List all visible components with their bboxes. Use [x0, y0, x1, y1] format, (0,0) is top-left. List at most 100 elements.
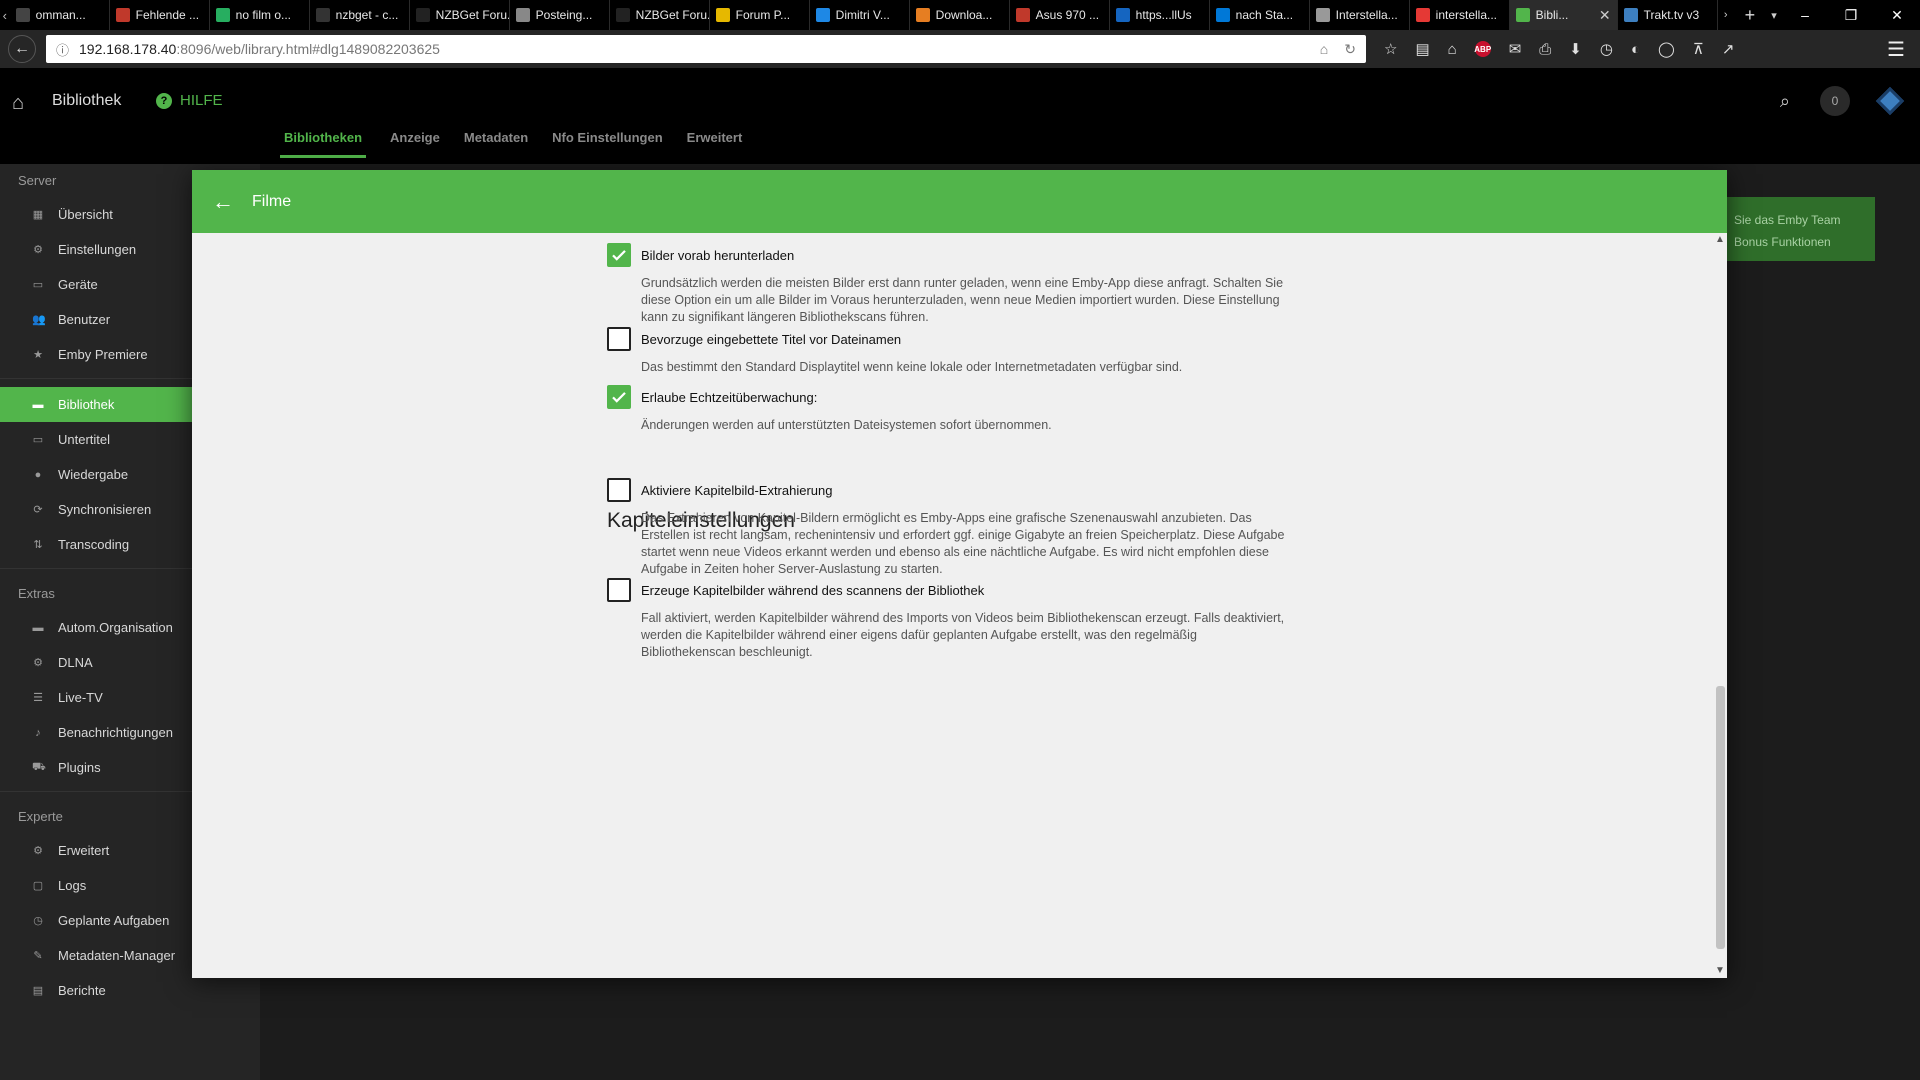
browser-tab[interactable]: no film o... — [210, 0, 310, 30]
tab-favicon-icon — [715, 8, 730, 22]
option-row: Bevorzuge eingebettete Titel vor Dateina… — [607, 327, 1307, 351]
minimize-icon[interactable]: – — [1782, 0, 1828, 30]
option-label[interactable]: Bevorzuge eingebettete Titel vor Dateina… — [641, 332, 901, 347]
reading-list-icon[interactable]: ▤ — [1415, 40, 1429, 58]
tab-favicon-icon — [115, 8, 130, 22]
chat-icon[interactable]: ◯ — [1658, 40, 1675, 58]
tab-favicon-icon — [1623, 8, 1638, 22]
back-button[interactable]: ← — [8, 35, 36, 63]
option-label[interactable]: Aktiviere Kapitelbild-Extrahierung — [641, 483, 832, 498]
option-checkbox[interactable] — [607, 243, 631, 267]
browser-tab[interactable]: NZBGet Foru... — [610, 0, 710, 30]
sidebar-item-label: Metadaten-Manager — [58, 948, 176, 963]
home-url-icon[interactable]: ⌂ — [1320, 41, 1328, 58]
gear-icon: ⚙ — [33, 244, 43, 256]
help-link[interactable]: ? HILFE — [156, 92, 223, 109]
browser-tab[interactable]: nach Sta... — [1210, 0, 1310, 30]
tab-0[interactable]: Bibliotheken — [280, 130, 367, 158]
notification-count-badge[interactable]: 0 — [1820, 86, 1850, 116]
tab-label: Interstella... — [1335, 8, 1398, 22]
option-checkbox[interactable] — [607, 327, 631, 351]
sidebar-item-label: Geplante Aufgaben — [58, 913, 170, 928]
option-row: Aktiviere Kapitelbild-Extrahierung — [607, 478, 1307, 502]
print-icon[interactable]: ⎙ — [1539, 41, 1551, 58]
sidebar-item[interactable]: ▤ Berichte — [0, 973, 260, 1008]
browser-tab[interactable]: Bibli... ✕ — [1509, 0, 1618, 30]
tv-icon: ☰ — [33, 692, 43, 704]
option-checkbox[interactable] — [607, 578, 631, 602]
tab-scroll-left-icon[interactable]: ‹ — [0, 0, 10, 30]
tab-close-icon[interactable]: ✕ — [1599, 7, 1611, 24]
back-arrow-icon[interactable]: ← — [212, 189, 234, 215]
device-icon: ▭ — [32, 279, 44, 291]
browser-tab[interactable]: Dimitri V... — [810, 0, 910, 30]
browser-tab[interactable]: Fehlende ... — [110, 0, 210, 30]
browser-tab[interactable]: Asus 970 ... — [1010, 0, 1110, 30]
search-icon[interactable]: ⌕ — [1780, 91, 1790, 112]
restore-icon[interactable]: ❐ — [1828, 0, 1874, 30]
folder-icon: ▬ — [32, 398, 44, 411]
tab-3[interactable]: Nfo Einstellungen — [552, 130, 663, 158]
browser-tab[interactable]: Interstella... — [1310, 0, 1410, 30]
promo-line-1: Sie das Emby Team — [1734, 213, 1841, 227]
sidebar-item-label: Erweitert — [58, 843, 110, 858]
tab-favicon-icon — [1115, 8, 1130, 22]
adblock-icon[interactable]: ABP — [1474, 41, 1491, 57]
url-host: 192.168.178.40 — [79, 41, 177, 57]
option-label[interactable]: Bilder vorab herunterladen — [641, 248, 794, 263]
extension-k-icon[interactable]: ⊼ — [1693, 40, 1704, 58]
browser-tab[interactable]: nzbget - c... — [310, 0, 410, 30]
tab-list-icon[interactable]: ▾ — [1766, 0, 1782, 30]
sidebar-item-label: Benachrichtigungen — [58, 725, 173, 740]
option-label[interactable]: Erlaube Echtzeitüberwachung: — [641, 390, 817, 405]
tab-label: interstella... — [1435, 8, 1498, 22]
url-bar[interactable]: ⓘ 192.168.178.40 :8096/web/library.html#… — [46, 35, 1366, 63]
mail-icon[interactable]: ✉ — [1509, 40, 1522, 58]
extension-arrow-icon[interactable]: ↗ — [1722, 40, 1735, 58]
browser-tab[interactable]: Trakt.tv v3 — [1618, 0, 1718, 30]
history-icon[interactable]: ◷ — [1600, 40, 1613, 58]
tab-favicon-icon — [1515, 8, 1530, 22]
extension-icon[interactable]: ◐ — [1631, 41, 1640, 58]
option-checkbox[interactable] — [607, 478, 631, 502]
browser-tab[interactable]: interstella... — [1410, 0, 1510, 30]
tab-scroll-right-icon[interactable]: › — [1718, 0, 1734, 30]
new-tab-button[interactable]: + — [1734, 0, 1766, 30]
emby-logo-icon[interactable] — [1875, 86, 1905, 116]
subtitles-icon: ▭ — [32, 434, 44, 446]
bell-icon: ♪ — [35, 726, 41, 739]
option-checkbox[interactable] — [607, 385, 631, 409]
star-icon: ★ — [33, 349, 43, 361]
option-description: Änderungen werden auf unterstützten Date… — [641, 418, 1052, 432]
app-home-icon[interactable]: ⌂ — [12, 92, 24, 115]
dialog-scrollbar[interactable]: ▲ ▼ — [1713, 233, 1727, 978]
browser-menu-icon[interactable]: ☰ — [1880, 37, 1912, 62]
tab-label: omman... — [35, 8, 86, 22]
sidebar-item-label: Bibliothek — [58, 397, 115, 412]
reload-icon[interactable]: ↻ — [1344, 41, 1356, 58]
site-info-icon[interactable]: ⓘ — [56, 40, 69, 59]
tab-favicon-icon — [215, 8, 230, 22]
browser-tab[interactable]: NZBGet Foru... — [410, 0, 510, 30]
home-icon[interactable]: ⌂ — [1448, 41, 1457, 58]
tab-4[interactable]: Erweitert — [687, 130, 743, 158]
option-description: Das bestimmt den Standard Displaytitel w… — [641, 360, 1183, 374]
scroll-down-icon[interactable]: ▼ — [1713, 964, 1727, 978]
browser-tab[interactable]: Downloa... — [910, 0, 1010, 30]
tab-1[interactable]: Anzeige — [390, 130, 440, 158]
option-label[interactable]: Erzeuge Kapitelbilder während des scanne… — [641, 583, 984, 598]
tab-2[interactable]: Metadaten — [464, 130, 528, 158]
browser-tab[interactable]: Posteing... — [510, 0, 610, 30]
download-icon[interactable]: ⬇ — [1569, 40, 1582, 58]
close-window-icon[interactable]: ✕ — [1874, 0, 1920, 30]
scroll-up-icon[interactable]: ▲ — [1713, 233, 1727, 247]
tab-label: NZBGet Foru... — [435, 8, 510, 22]
sidebar-item-label: Logs — [58, 878, 87, 893]
browser-tab[interactable]: https...llUs — [1110, 0, 1210, 30]
dialog-header: ← Filme — [192, 170, 1727, 233]
bookmark-star-icon[interactable]: ☆ — [1384, 40, 1397, 58]
sidebar-item-label: Emby Premiere — [58, 347, 148, 362]
scroll-thumb[interactable] — [1716, 686, 1725, 949]
browser-tab[interactable]: omman... — [10, 0, 110, 30]
browser-tab[interactable]: Forum P... — [710, 0, 810, 30]
